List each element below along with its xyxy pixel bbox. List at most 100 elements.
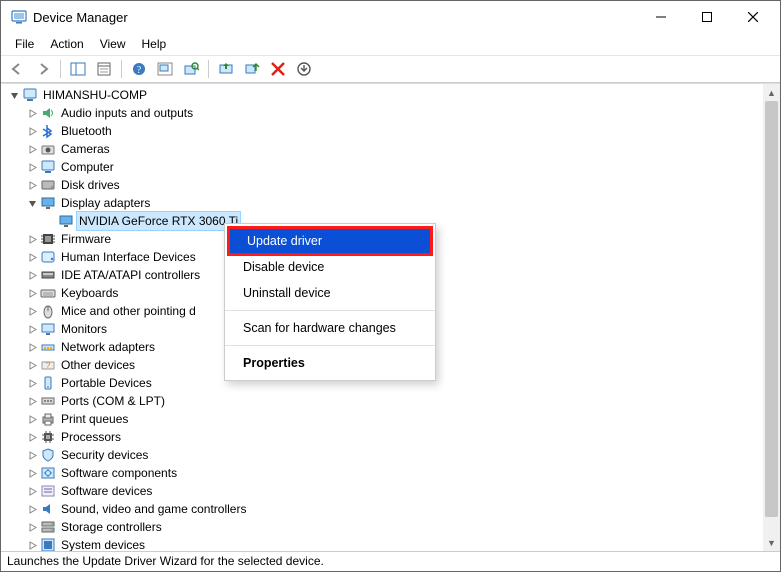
tree-node-label[interactable]: Audio inputs and outputs: [59, 104, 195, 122]
maximize-button[interactable]: [684, 1, 730, 33]
tree-node[interactable]: Software components: [7, 464, 780, 482]
expand-icon[interactable]: [25, 268, 39, 282]
tree-node[interactable]: Software devices: [7, 482, 780, 500]
tree-node[interactable]: Processors: [7, 428, 780, 446]
context-uninstall-device[interactable]: Uninstall device: [225, 280, 435, 306]
tree-node-label[interactable]: HIMANSHU-COMP: [41, 86, 149, 104]
context-update-driver[interactable]: Update driver: [229, 228, 431, 254]
expand-icon[interactable]: [25, 394, 39, 408]
tree-node-label[interactable]: Software components: [59, 464, 179, 482]
menu-file[interactable]: File: [7, 35, 42, 53]
tree-node[interactable]: Print queues: [7, 410, 780, 428]
expand-icon[interactable]: [25, 412, 39, 426]
tree-node-label[interactable]: System devices: [59, 536, 147, 551]
minimize-button[interactable]: [638, 1, 684, 33]
expand-icon[interactable]: [25, 520, 39, 534]
cpu-icon: [40, 429, 56, 445]
forward-button[interactable]: [31, 58, 55, 80]
menu-help[interactable]: Help: [134, 35, 175, 53]
bluetooth-icon: [40, 123, 56, 139]
context-properties[interactable]: Properties: [225, 350, 435, 376]
tree-node[interactable]: Display adapters: [7, 194, 780, 212]
tree-node-label[interactable]: Bluetooth: [59, 122, 114, 140]
action-dropdown-button[interactable]: [292, 58, 316, 80]
expand-icon[interactable]: [25, 286, 39, 300]
context-scan-hardware[interactable]: Scan for hardware changes: [225, 315, 435, 341]
scan-hardware-button[interactable]: [179, 58, 203, 80]
expand-icon[interactable]: [25, 106, 39, 120]
expand-icon[interactable]: [25, 466, 39, 480]
tree-node-label[interactable]: Human Interface Devices: [59, 248, 198, 266]
tree-node[interactable]: System devices: [7, 536, 780, 551]
expand-icon[interactable]: [25, 160, 39, 174]
titlebar: Device Manager: [1, 1, 780, 33]
vertical-scrollbar[interactable]: ▲ ▼: [763, 84, 780, 551]
expand-icon[interactable]: [25, 142, 39, 156]
expand-icon[interactable]: [25, 124, 39, 138]
tree-node[interactable]: Cameras: [7, 140, 780, 158]
collapse-icon[interactable]: [7, 88, 21, 102]
tree-node-label[interactable]: Sound, video and game controllers: [59, 500, 248, 518]
tree-node-label[interactable]: Mice and other pointing d: [59, 302, 198, 320]
tree-node-label[interactable]: Cameras: [59, 140, 112, 158]
tree-node-label[interactable]: Ports (COM & LPT): [59, 392, 167, 410]
tree-node[interactable]: Disk drives: [7, 176, 780, 194]
expand-icon[interactable]: [25, 538, 39, 551]
expand-icon[interactable]: [25, 358, 39, 372]
tree-node[interactable]: Storage controllers: [7, 518, 780, 536]
tree-node[interactable]: Ports (COM & LPT): [7, 392, 780, 410]
tree-node-label[interactable]: Other devices: [59, 356, 137, 374]
disable-device-button[interactable]: [240, 58, 264, 80]
tree-node-label[interactable]: Processors: [59, 428, 123, 446]
tree-node-label[interactable]: Disk drives: [59, 176, 122, 194]
help-button[interactable]: ?: [127, 58, 151, 80]
expand-icon[interactable]: [25, 448, 39, 462]
close-button[interactable]: [730, 1, 776, 33]
tree-node[interactable]: HIMANSHU-COMP: [7, 86, 780, 104]
system-icon: [40, 537, 56, 551]
tree-node-label[interactable]: IDE ATA/ATAPI controllers: [59, 266, 202, 284]
context-disable-device[interactable]: Disable device: [225, 254, 435, 280]
expand-icon[interactable]: [25, 484, 39, 498]
expand-icon[interactable]: [25, 322, 39, 336]
menu-action[interactable]: Action: [42, 35, 91, 53]
tree-node-label[interactable]: Firmware: [59, 230, 113, 248]
scroll-thumb[interactable]: [765, 101, 778, 517]
scroll-up-arrow[interactable]: ▲: [763, 84, 780, 101]
collapse-icon[interactable]: [25, 196, 39, 210]
tree-node[interactable]: Computer: [7, 158, 780, 176]
tree-node[interactable]: Sound, video and game controllers: [7, 500, 780, 518]
tree-node-label[interactable]: Keyboards: [59, 284, 120, 302]
tree-node-label[interactable]: Monitors: [59, 320, 109, 338]
tree-node[interactable]: Bluetooth: [7, 122, 780, 140]
tree-node-label[interactable]: Software devices: [59, 482, 154, 500]
properties-button[interactable]: [92, 58, 116, 80]
tree-node-label[interactable]: Security devices: [59, 446, 150, 464]
expand-icon[interactable]: [25, 430, 39, 444]
tree-node-label[interactable]: Computer: [59, 158, 116, 176]
tree-node-label[interactable]: NVIDIA GeForce RTX 3060 Ti: [77, 212, 240, 230]
tree-node-label[interactable]: Network adapters: [59, 338, 157, 356]
tree-node[interactable]: Audio inputs and outputs: [7, 104, 780, 122]
show-hide-console-tree-button[interactable]: [66, 58, 90, 80]
tree-node-label[interactable]: Storage controllers: [59, 518, 164, 536]
expand-icon[interactable]: [25, 376, 39, 390]
expand-icon[interactable]: [25, 340, 39, 354]
update-driver-button[interactable]: [214, 58, 238, 80]
expand-icon[interactable]: [25, 502, 39, 516]
expand-icon[interactable]: [25, 250, 39, 264]
expand-icon[interactable]: [25, 304, 39, 318]
uninstall-device-button[interactable]: [266, 58, 290, 80]
camera-icon: [40, 141, 56, 157]
show-hidden-button[interactable]: [153, 58, 177, 80]
tree-node-label[interactable]: Display adapters: [59, 194, 152, 212]
tree-node-label[interactable]: Print queues: [59, 410, 130, 428]
menu-view[interactable]: View: [92, 35, 134, 53]
security-icon: [40, 447, 56, 463]
scroll-down-arrow[interactable]: ▼: [763, 534, 780, 551]
back-button[interactable]: [5, 58, 29, 80]
expand-icon[interactable]: [25, 178, 39, 192]
tree-node-label[interactable]: Portable Devices: [59, 374, 154, 392]
expand-icon[interactable]: [25, 232, 39, 246]
tree-node[interactable]: Security devices: [7, 446, 780, 464]
